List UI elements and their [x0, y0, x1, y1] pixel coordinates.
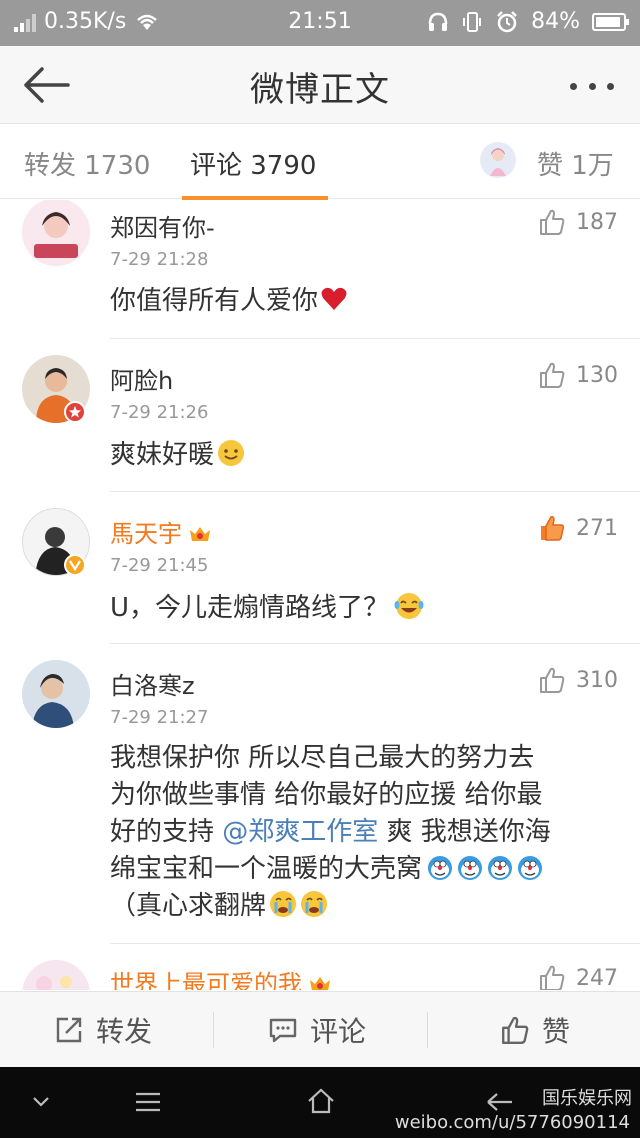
like-count: 187: [576, 209, 618, 235]
divider: [427, 1012, 428, 1048]
vip-crown-icon: [310, 977, 330, 990]
repost-button[interactable]: 转发: [54, 992, 152, 1068]
menu-icon[interactable]: [134, 1091, 162, 1113]
headset-icon: [428, 12, 448, 31]
like-button[interactable]: 130: [538, 361, 618, 389]
comment-username[interactable]: 白洛寒z: [110, 666, 195, 701]
thumbs-up-icon: [502, 1016, 529, 1045]
comment-time: 7-29 21:28: [110, 249, 209, 270]
avatar[interactable]: [22, 200, 90, 266]
vibrate-icon: [463, 11, 482, 32]
comment-text: 爽妹好暖: [110, 437, 616, 473]
like-post-button[interactable]: 赞: [500, 992, 570, 1068]
like-count: 130: [576, 362, 618, 388]
status-bar: 0.35K/s 21:51 84%: [0, 0, 640, 46]
comment-username[interactable]: 馬天宇: [110, 514, 212, 549]
like-button[interactable]: 310: [538, 666, 618, 694]
thumbs-up-icon: [540, 965, 565, 990]
verified-badge-icon: [64, 401, 86, 423]
tab-comments[interactable]: 评论 3790: [190, 145, 316, 182]
tab-repost[interactable]: 转发 1730: [24, 145, 150, 182]
thumbs-up-liked-icon: [541, 516, 565, 541]
chevron-down-icon[interactable]: [32, 1095, 50, 1109]
doraemon-emoji-icon: [422, 854, 546, 884]
avatar[interactable]: [22, 960, 90, 990]
comment-text: U，今儿走煽情路线了？: [110, 590, 616, 626]
comment-username[interactable]: 阿脸h: [110, 361, 173, 396]
crying-emoji-icon: [266, 891, 330, 921]
mention-link[interactable]: @郑爽工作室: [222, 817, 378, 847]
comment-icon: [269, 1018, 297, 1043]
comment-time: 7-29 21:45: [110, 555, 209, 576]
like-count: 271: [576, 515, 618, 541]
battery-percent: 84%: [531, 9, 580, 34]
comment-text: 你值得所有人爱你: [110, 283, 616, 319]
divider: [213, 1012, 214, 1048]
avatar[interactable]: [22, 660, 90, 728]
alarm-icon: [497, 10, 517, 32]
smile-emoji-icon: [218, 440, 245, 466]
comment-button[interactable]: 评论: [268, 992, 366, 1068]
battery-icon: [592, 12, 629, 31]
like-button[interactable]: 187: [538, 208, 618, 236]
heart-emoji-icon: [321, 287, 347, 310]
comment-item: 馬天宇 7-29 21:45 U，今儿走煽情路线了？ 271: [0, 492, 640, 644]
watermark-brand: 国乐娱乐网: [542, 1088, 632, 1109]
like-count: 310: [576, 667, 618, 693]
comment-username[interactable]: 郑因有你-: [110, 208, 215, 243]
likes-avatar: [480, 142, 516, 178]
repost-icon: [56, 1017, 82, 1043]
bottom-action-bar: 转发 评论 赞: [0, 991, 640, 1067]
home-icon[interactable]: [306, 1087, 336, 1115]
comment-time: 7-29 21:27: [110, 707, 209, 728]
watermark-url: weibo.com/u/5776090114: [394, 1112, 630, 1133]
like-button[interactable]: 271: [538, 514, 618, 542]
page-title: 微博正文: [250, 70, 390, 110]
comment-item: 郑因有你- 7-29 21:28 你值得所有人爱你 187: [0, 200, 640, 339]
verified-badge-icon: [64, 554, 86, 576]
thumbs-up-icon: [540, 667, 565, 693]
like-count: 247: [576, 965, 618, 991]
more-dots-icon: [570, 82, 577, 90]
thumbs-up-icon: [540, 362, 565, 388]
comment-list[interactable]: 郑因有你- 7-29 21:28 你值得所有人爱你 187 阿脸h 7-29 2…: [0, 200, 640, 990]
comment-time: 7-29 21:26: [110, 402, 209, 423]
comment-item: 阿脸h 7-29 21:26 爽妹好暖 130: [0, 339, 640, 492]
like-button[interactable]: 247: [538, 964, 618, 990]
tab-likes[interactable]: 赞 1万: [537, 145, 614, 182]
comment-item: 白洛寒z 7-29 21:27 我想保护你 所以尽自己最大的努力去 为你做些事情…: [0, 644, 640, 944]
laugh-cry-emoji-icon: [394, 593, 424, 619]
title-bar: 微博正文: [0, 46, 640, 124]
back-icon[interactable]: [486, 1091, 514, 1113]
comment-text: 我想保护你 所以尽自己最大的努力去 为你做些事情 给你最好的应援 给你最 好的支…: [110, 743, 551, 921]
tab-bar: 转发 1730 评论 3790 赞 1万: [0, 125, 640, 200]
comment-username[interactable]: 世界上最可爱的我: [110, 964, 332, 990]
thumbs-up-icon: [540, 209, 565, 235]
comment-item: 世界上最可爱的我 247: [0, 944, 640, 990]
vip-crown-icon: [190, 527, 210, 541]
more-button[interactable]: [570, 66, 614, 106]
